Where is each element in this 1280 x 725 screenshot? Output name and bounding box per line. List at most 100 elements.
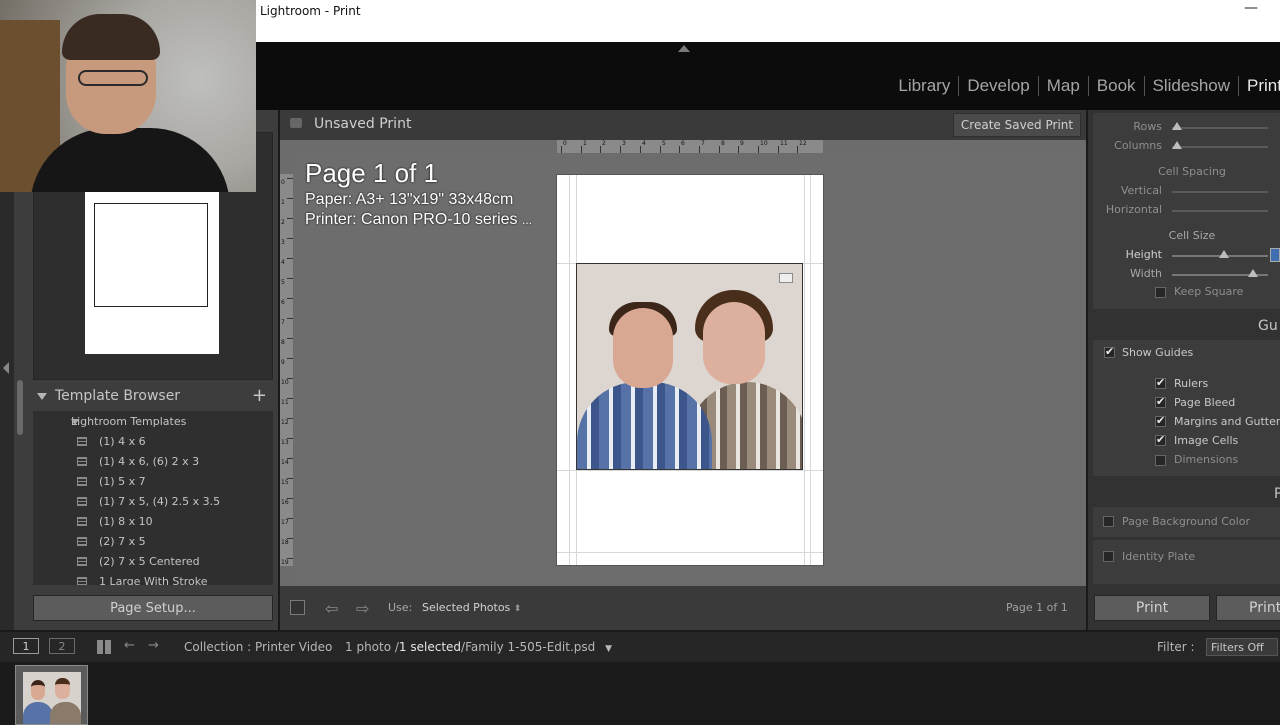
template-label: (2) 7 x 5 Centered (99, 554, 200, 568)
template-item[interactable]: (2) 7 x 5 Centered (77, 551, 200, 571)
ruler-tick (640, 146, 641, 153)
template-item[interactable]: (1) 4 x 6 (77, 431, 146, 451)
ruler-label: 5 (281, 279, 285, 286)
page-header[interactable]: P (1274, 486, 1280, 502)
guide-line (810, 175, 811, 565)
template-item[interactable]: (1) 7 x 5, (4) 2.5 x 3.5 (77, 491, 220, 511)
module-print[interactable]: Print (1239, 76, 1280, 96)
printer-ellipsis: ... (521, 213, 532, 227)
columns-slider-thumb[interactable] (1172, 141, 1182, 149)
columns-slider[interactable] (1172, 146, 1268, 148)
ruler-left[interactable]: 0 1 2 3 4 5 6 7 8 9 10 11 12 13 14 15 16 17 18 19 (280, 174, 293, 566)
printer-button[interactable]: Print (1216, 595, 1280, 621)
height-label: Height (1125, 248, 1162, 261)
height-value-field[interactable] (1270, 248, 1280, 262)
width-slider-thumb[interactable] (1248, 269, 1258, 277)
printer-name: Printer: Canon PRO-10 series (305, 211, 518, 228)
use-selector[interactable]: Selected Photos ⬍ (422, 601, 521, 614)
use-selector-value: Selected Photos (422, 601, 511, 614)
module-develop[interactable]: Develop (959, 76, 1037, 96)
filmstrip-thumbnail[interactable] (15, 665, 88, 725)
ruler-label: 16 (281, 499, 289, 506)
photo-person-right-face (703, 302, 765, 384)
page-background-checkbox[interactable] (1103, 516, 1114, 527)
ruler-label: 3 (281, 239, 285, 246)
template-item[interactable]: (1) 4 x 6, (6) 2 x 3 (77, 451, 199, 471)
guide-line (569, 175, 570, 565)
horizontal-slider[interactable] (1172, 210, 1268, 212)
print-button[interactable]: Print (1094, 595, 1210, 621)
module-library[interactable]: Library (890, 76, 958, 96)
screen-1-button[interactable]: 1 (13, 638, 39, 654)
columns-label: Columns (1114, 139, 1162, 152)
collapse-left-panel-icon[interactable] (3, 362, 9, 374)
template-label: 1 Large With Stroke (99, 574, 208, 586)
page-setup-button[interactable]: Page Setup... (33, 595, 273, 621)
ruler-label: 3 (622, 140, 626, 147)
filter-dropdown[interactable]: Filters Off (1206, 638, 1278, 656)
minimize-button[interactable]: — (1244, 0, 1258, 16)
rulers-checkbox[interactable] (1155, 376, 1166, 389)
vertical-slider[interactable] (1172, 191, 1268, 193)
keep-square-checkbox[interactable] (1155, 287, 1166, 298)
filter-label: Filter : (1157, 640, 1195, 654)
ruler-label: 12 (281, 419, 289, 426)
stop-icon[interactable] (290, 600, 305, 615)
previous-page-icon[interactable]: ⇦ (325, 599, 338, 618)
screen-2-button[interactable]: 2 (49, 638, 75, 654)
horizontal-label: Horizontal (1105, 203, 1162, 216)
module-book[interactable]: Book (1089, 76, 1144, 96)
ruler-label: 10 (281, 379, 289, 386)
page-count: Page 1 of 1 (1006, 601, 1068, 614)
image-cell-photo[interactable] (576, 263, 803, 470)
forward-arrow-icon[interactable]: → (148, 638, 159, 653)
template-item[interactable]: (1) 5 x 7 (77, 471, 146, 491)
left-panel-scrollbar[interactable] (17, 380, 23, 435)
margins-gutters-label: Margins and Gutters (1174, 415, 1280, 428)
rulers-label: Rulers (1174, 377, 1209, 390)
collapse-top-panel-icon[interactable] (678, 45, 690, 52)
next-page-icon[interactable]: ⇨ (356, 599, 369, 618)
module-picker: Library Develop Map Book Slideshow Print (890, 76, 1280, 96)
photo-count[interactable]: 1 photo /1 selected/Family 1-505-Edit.ps… (345, 640, 612, 654)
template-icon (77, 476, 87, 486)
grid-view-icon[interactable] (97, 640, 111, 654)
height-slider-thumb[interactable] (1219, 250, 1229, 258)
margins-gutters-checkbox[interactable] (1155, 414, 1166, 427)
ruler-top[interactable]: 0 1 2 3 4 5 6 7 8 9 10 11 12 (557, 140, 823, 153)
page-bleed-checkbox[interactable] (1155, 395, 1166, 408)
photo-badge-icon[interactable] (779, 273, 793, 283)
dimensions-checkbox[interactable] (1155, 455, 1166, 466)
image-cells-checkbox[interactable] (1155, 433, 1166, 446)
selected-file: /Family 1-505-Edit.psd (461, 640, 596, 654)
ruler-tick (581, 146, 582, 153)
module-slideshow[interactable]: Slideshow (1145, 76, 1239, 96)
ruler-label: 9 (740, 140, 744, 147)
ruler-tick (287, 278, 293, 279)
guides-header[interactable]: Gu (1258, 318, 1278, 334)
collection-label[interactable]: Collection : Printer Video (184, 640, 332, 654)
show-guides-checkbox[interactable] (1104, 345, 1115, 358)
print-name: Unsaved Print (314, 116, 412, 132)
template-browser-header[interactable]: Template Browser + (33, 385, 273, 409)
ruler-tick (287, 338, 293, 339)
ruler-label: 12 (799, 140, 807, 147)
add-template-icon[interactable]: + (252, 385, 267, 406)
template-item[interactable]: 1 Large With Stroke (77, 571, 207, 585)
rows-slider[interactable] (1172, 127, 1268, 129)
ruler-label: 7 (281, 319, 285, 326)
template-icon (77, 516, 87, 526)
ruler-label: 6 (281, 299, 285, 306)
create-saved-print-button[interactable]: Create Saved Print (953, 113, 1081, 137)
printer-text: Printer: Canon PRO-10 series ... (305, 211, 532, 229)
back-arrow-icon[interactable]: ← (124, 638, 135, 653)
module-map[interactable]: Map (1039, 76, 1088, 96)
identity-plate-checkbox[interactable] (1103, 551, 1114, 562)
template-folder-lightroom[interactable]: Lightroom Templates (55, 415, 186, 428)
paper-text: Paper: A3+ 13"x19" 33x48cm (305, 191, 514, 208)
page-background-label: Page Background Color (1122, 515, 1250, 528)
template-item[interactable]: (1) 8 x 10 (77, 511, 153, 531)
webcam-person-glasses (78, 70, 148, 86)
template-item[interactable]: (2) 7 x 5 (77, 531, 146, 551)
rows-slider-thumb[interactable] (1172, 122, 1182, 130)
